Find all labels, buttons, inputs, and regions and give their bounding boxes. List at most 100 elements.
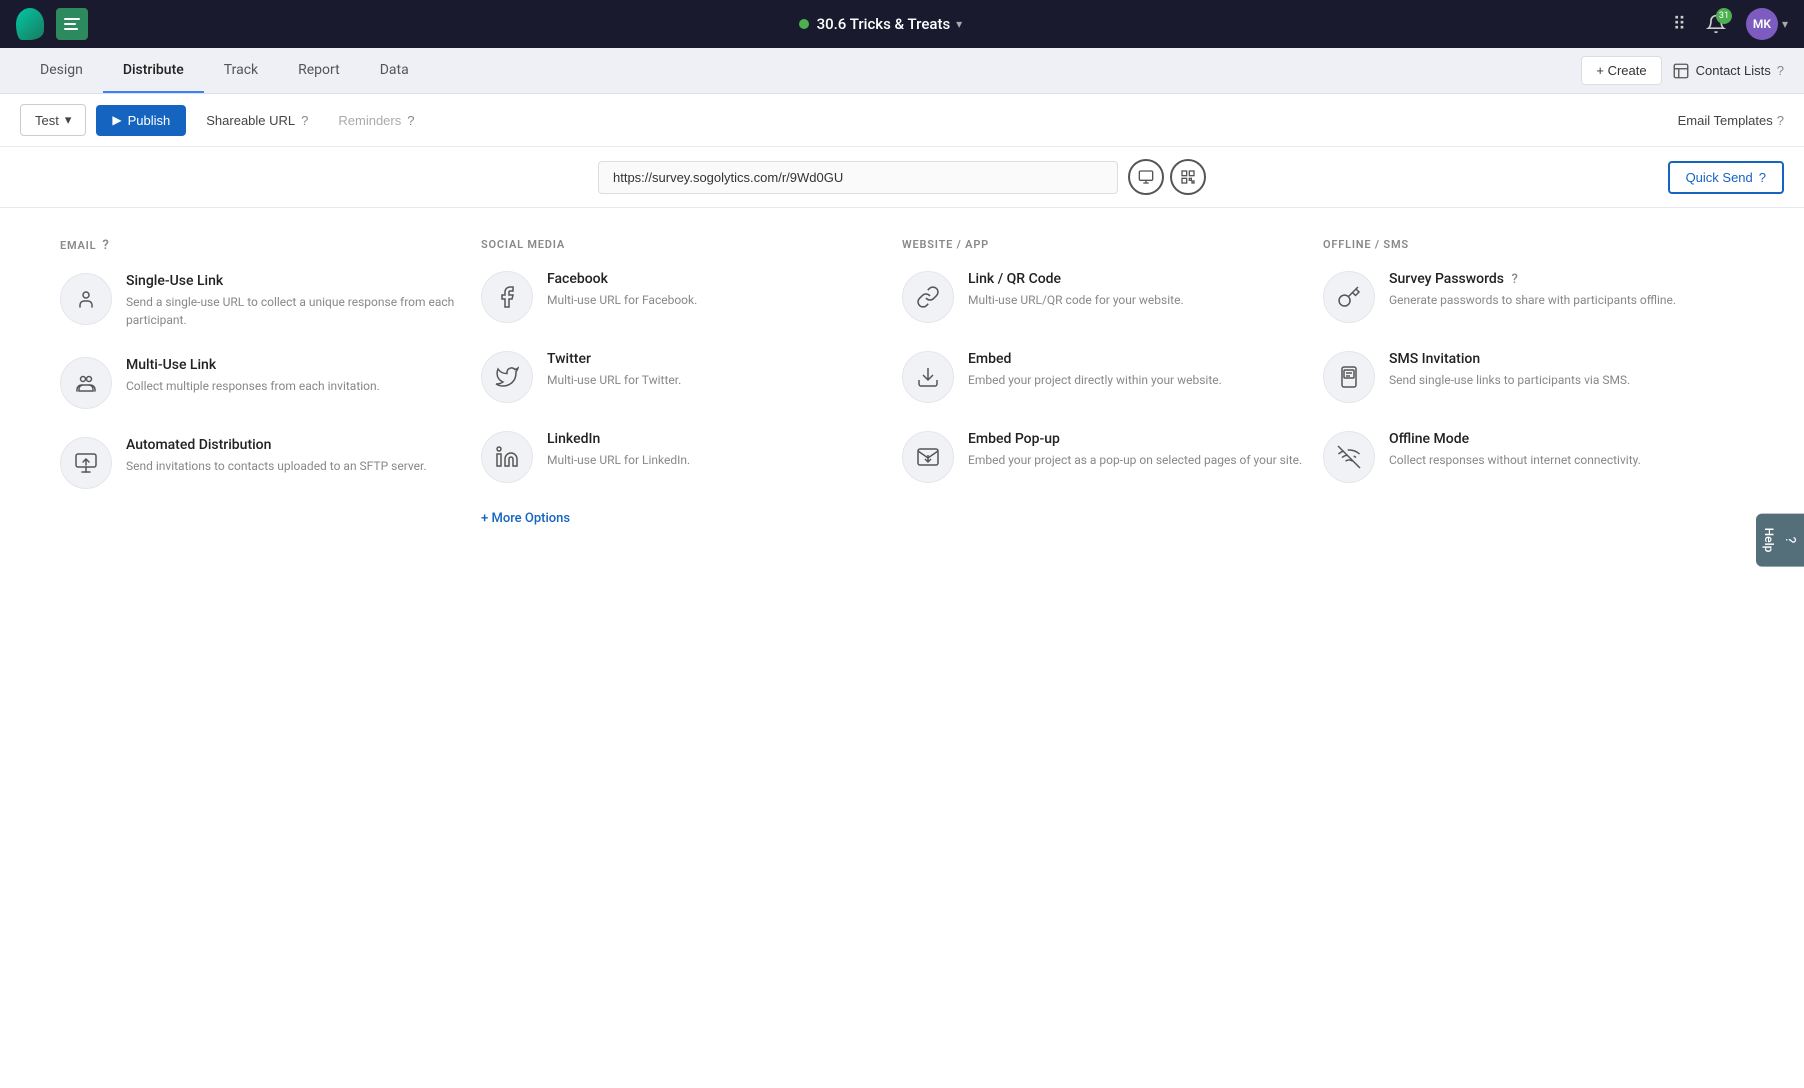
facebook-logo-icon	[495, 285, 519, 309]
notification-button[interactable]: 31	[1700, 8, 1732, 40]
embed-popup-item[interactable]: Embed Pop-up Embed your project as a pop…	[902, 431, 1303, 483]
survey-passwords-help-icon: ?	[1512, 272, 1518, 287]
grid-icon[interactable]: ⠿	[1673, 14, 1686, 35]
single-use-link-title: Single-Use Link	[126, 273, 461, 289]
contact-lists-button[interactable]: Contact Lists ?	[1672, 62, 1784, 80]
toolbar-right: Email Templates ?	[1678, 113, 1784, 128]
twitter-text: Twitter Multi-use URL for Twitter.	[547, 351, 681, 389]
url-bar-section: Quick Send ?	[0, 147, 1804, 208]
url-bar-right: Quick Send ?	[1206, 161, 1784, 194]
email-templates-label: Email Templates	[1678, 113, 1773, 128]
publish-button[interactable]: ▶ Publish	[96, 105, 186, 136]
top-bar-left	[16, 8, 88, 40]
logo-doc-icon[interactable]	[56, 8, 88, 40]
facebook-item[interactable]: Facebook Multi-use URL for Facebook.	[481, 271, 882, 323]
twitter-item[interactable]: Twitter Multi-use URL for Twitter.	[481, 351, 882, 403]
tab-distribute[interactable]: Distribute	[103, 48, 204, 93]
contact-lists-help-icon: ?	[1777, 63, 1784, 78]
test-label: Test	[35, 113, 59, 128]
top-bar-center: 30.6 Tricks & Treats ▾	[799, 15, 963, 33]
key-icon	[1337, 285, 1361, 309]
linkedin-desc: Multi-use URL for LinkedIn.	[547, 451, 690, 469]
website-app-section: WEBSITE / APP Link / QR Code Multi-use U…	[902, 238, 1323, 556]
single-use-link-item[interactable]: Single-Use Link Send a single-use URL to…	[60, 273, 461, 329]
url-bar-center	[598, 159, 1206, 195]
link-qr-code-item[interactable]: Link / QR Code Multi-use URL/QR code for…	[902, 271, 1303, 323]
shareable-url-button[interactable]: Shareable URL ?	[196, 107, 318, 134]
qr-code-icon[interactable]	[1170, 159, 1206, 195]
test-chevron-icon: ▾	[65, 112, 72, 128]
twitter-icon	[481, 351, 533, 403]
tab-design[interactable]: Design	[20, 48, 103, 93]
automated-distribution-desc: Send invitations to contacts uploaded to…	[126, 457, 426, 475]
social-media-section-title: SOCIAL MEDIA	[481, 238, 882, 251]
play-icon: ▶	[112, 113, 121, 127]
email-templates-button[interactable]: Email Templates ?	[1678, 113, 1784, 128]
download-icon	[916, 365, 940, 389]
reminders-help-icon: ?	[407, 113, 414, 128]
embed-item[interactable]: Embed Embed your project directly within…	[902, 351, 1303, 403]
tab-data[interactable]: Data	[360, 48, 429, 93]
embed-title: Embed	[968, 351, 1222, 367]
shareable-url-label: Shareable URL	[206, 113, 295, 128]
logo-line-1	[64, 18, 80, 20]
offline-sms-section-title: OFFLINE / SMS	[1323, 238, 1724, 251]
linkedin-item[interactable]: LinkedIn Multi-use URL for LinkedIn.	[481, 431, 882, 483]
embed-text: Embed Embed your project directly within…	[968, 351, 1222, 389]
survey-passwords-desc: Generate passwords to share with partici…	[1389, 291, 1676, 309]
email-section: EMAIL ? Single-Use Link Send a single-us…	[60, 238, 481, 556]
website-app-section-title: WEBSITE / APP	[902, 238, 1303, 251]
link-qr-icon	[902, 271, 954, 323]
multi-use-link-title: Multi-Use Link	[126, 357, 380, 373]
publish-label: Publish	[128, 113, 171, 128]
nav-tabs: Design Distribute Track Report Data	[20, 48, 429, 93]
survey-passwords-item[interactable]: Survey Passwords ? Generate passwords to…	[1323, 271, 1724, 323]
project-dropdown-icon: ▾	[956, 17, 962, 31]
toolbar: Test ▾ ▶ Publish Shareable URL ? Reminde…	[0, 94, 1804, 147]
link-icon	[916, 285, 940, 309]
embed-popup-desc: Embed your project as a pop-up on select…	[968, 451, 1302, 469]
create-button[interactable]: + Create	[1581, 56, 1661, 85]
facebook-desc: Multi-use URL for Facebook.	[547, 291, 697, 309]
offline-mode-desc: Collect responses without internet conne…	[1389, 451, 1641, 469]
logo-line-2	[64, 23, 76, 25]
automated-distribution-text: Automated Distribution Send invitations …	[126, 437, 426, 475]
sms-icon	[1337, 365, 1361, 389]
offline-mode-text: Offline Mode Collect responses without i…	[1389, 431, 1641, 469]
embed-popup-icon	[902, 431, 954, 483]
embed-popup-text: Embed Pop-up Embed your project as a pop…	[968, 431, 1302, 469]
test-button[interactable]: Test ▾	[20, 104, 86, 136]
tab-report[interactable]: Report	[278, 48, 360, 93]
email-section-help-icon: ?	[102, 238, 109, 253]
project-name-wrapper[interactable]: 30.6 Tricks & Treats ▾	[817, 15, 963, 33]
offline-mode-item[interactable]: Offline Mode Collect responses without i…	[1323, 431, 1724, 483]
survey-url-input[interactable]	[598, 161, 1118, 194]
help-tab[interactable]: ? Help	[1756, 514, 1804, 567]
monitor-icon	[1138, 169, 1154, 185]
email-section-title: EMAIL ?	[60, 238, 461, 253]
facebook-title: Facebook	[547, 271, 697, 287]
link-qr-text: Link / QR Code Multi-use URL/QR code for…	[968, 271, 1184, 309]
sms-invitation-item[interactable]: SMS Invitation Send single-use links to …	[1323, 351, 1724, 403]
multi-use-link-desc: Collect multiple responses from each inv…	[126, 377, 380, 395]
logo-leaf-icon	[16, 8, 44, 40]
survey-passwords-icon	[1323, 271, 1375, 323]
multi-use-link-icon	[60, 357, 112, 409]
contact-lists-icon	[1672, 62, 1690, 80]
quick-send-button[interactable]: Quick Send ?	[1668, 161, 1784, 194]
automated-distribution-item[interactable]: Automated Distribution Send invitations …	[60, 437, 461, 489]
email-templates-help-icon: ?	[1777, 113, 1784, 128]
multi-use-link-item[interactable]: Multi-Use Link Collect multiple response…	[60, 357, 461, 409]
mobile-preview-icon[interactable]	[1128, 159, 1164, 195]
quick-send-help-icon: ?	[1759, 170, 1766, 185]
offline-mode-icon	[1323, 431, 1375, 483]
help-tab-label: Help	[1762, 528, 1776, 553]
reminders-button[interactable]: Reminders ?	[328, 107, 424, 134]
status-dot	[799, 19, 809, 29]
tab-track[interactable]: Track	[204, 48, 278, 93]
top-bar: 30.6 Tricks & Treats ▾ ⠿ 31 MK ▾	[0, 0, 1804, 48]
avatar-wrapper[interactable]: MK ▾	[1746, 8, 1788, 40]
more-options-button[interactable]: + More Options	[481, 511, 882, 526]
logo-line-3	[64, 28, 78, 30]
embed-popup-title: Embed Pop-up	[968, 431, 1302, 447]
